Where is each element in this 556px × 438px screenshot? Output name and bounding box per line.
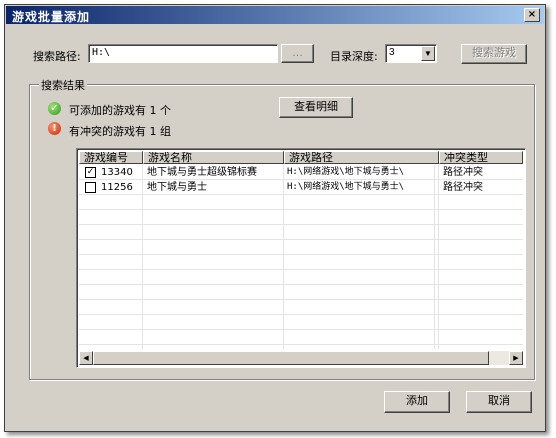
search-path-input[interactable]: H:\: [88, 44, 278, 63]
close-button[interactable]: ×: [524, 8, 540, 22]
column-header-path[interactable]: 游戏路径: [284, 151, 439, 164]
game-path: H:\网络游戏\地下城与勇士\: [287, 167, 405, 177]
view-details-button[interactable]: 查看明细: [279, 97, 353, 118]
row-checkbox[interactable]: [85, 182, 96, 193]
ok-count-text: 可添加的游戏有 1 个: [69, 104, 171, 117]
check-circle-icon: ✓: [48, 102, 61, 115]
scroll-right-icon[interactable]: ▶: [509, 351, 523, 365]
game-name: 地下城与勇士: [147, 182, 207, 193]
column-header-id[interactable]: 游戏编号: [79, 151, 143, 164]
conflict-type: 路径冲突: [443, 167, 483, 178]
conflict-count-text: 有冲突的游戏有 1 组: [69, 125, 171, 138]
batch-add-dialog: 游戏批量添加 × 搜索路径: H:\ ... 目录深度: 3 ▼ 搜索游戏 搜索…: [4, 4, 546, 432]
row-checkbox[interactable]: ✓: [85, 167, 96, 178]
table-row[interactable]: 11256 地下城与勇士 H:\网络游戏\地下城与勇士\ 路径冲突: [79, 180, 523, 195]
conflict-type: 路径冲突: [443, 182, 483, 193]
results-table[interactable]: 游戏编号 游戏名称 游戏路径 冲突类型 ✓ 13340 地下城与勇士超级锦标赛 …: [76, 148, 526, 368]
game-path: H:\网络游戏\地下城与勇士\: [287, 182, 405, 192]
title-bar[interactable]: 游戏批量添加 ×: [6, 6, 544, 24]
chevron-down-icon[interactable]: ▼: [421, 46, 435, 61]
add-button[interactable]: 添加: [384, 391, 450, 413]
depth-value: 3: [389, 47, 395, 58]
cancel-button[interactable]: 取消: [466, 391, 532, 413]
game-id: 13340: [101, 167, 133, 178]
table-row[interactable]: ✓ 13340 地下城与勇士超级锦标赛 H:\网络游戏\地下城与勇士\ 路径冲突: [79, 165, 523, 180]
column-header-conflict[interactable]: 冲突类型: [439, 151, 523, 164]
game-name: 地下城与勇士超级锦标赛: [147, 167, 257, 178]
browse-button[interactable]: ...: [281, 44, 314, 63]
exclamation-circle-icon: !: [48, 122, 61, 135]
game-id: 11256: [101, 182, 133, 193]
column-header-name[interactable]: 游戏名称: [143, 151, 284, 164]
search-games-button[interactable]: 搜索游戏: [461, 44, 527, 64]
table-body: ✓ 13340 地下城与勇士超级锦标赛 H:\网络游戏\地下城与勇士\ 路径冲突…: [79, 165, 523, 349]
depth-select[interactable]: 3 ▼: [385, 44, 437, 63]
horizontal-scrollbar[interactable]: ◀ ▶: [79, 351, 523, 365]
results-group-title: 搜索结果: [39, 77, 87, 93]
scrollbar-thumb[interactable]: [93, 351, 489, 365]
window-title: 游戏批量添加: [12, 10, 91, 24]
scroll-left-icon[interactable]: ◀: [79, 351, 93, 365]
search-path-label: 搜索路径:: [33, 50, 81, 63]
depth-label: 目录深度:: [330, 50, 378, 63]
table-header: 游戏编号 游戏名称 游戏路径 冲突类型: [79, 151, 523, 165]
